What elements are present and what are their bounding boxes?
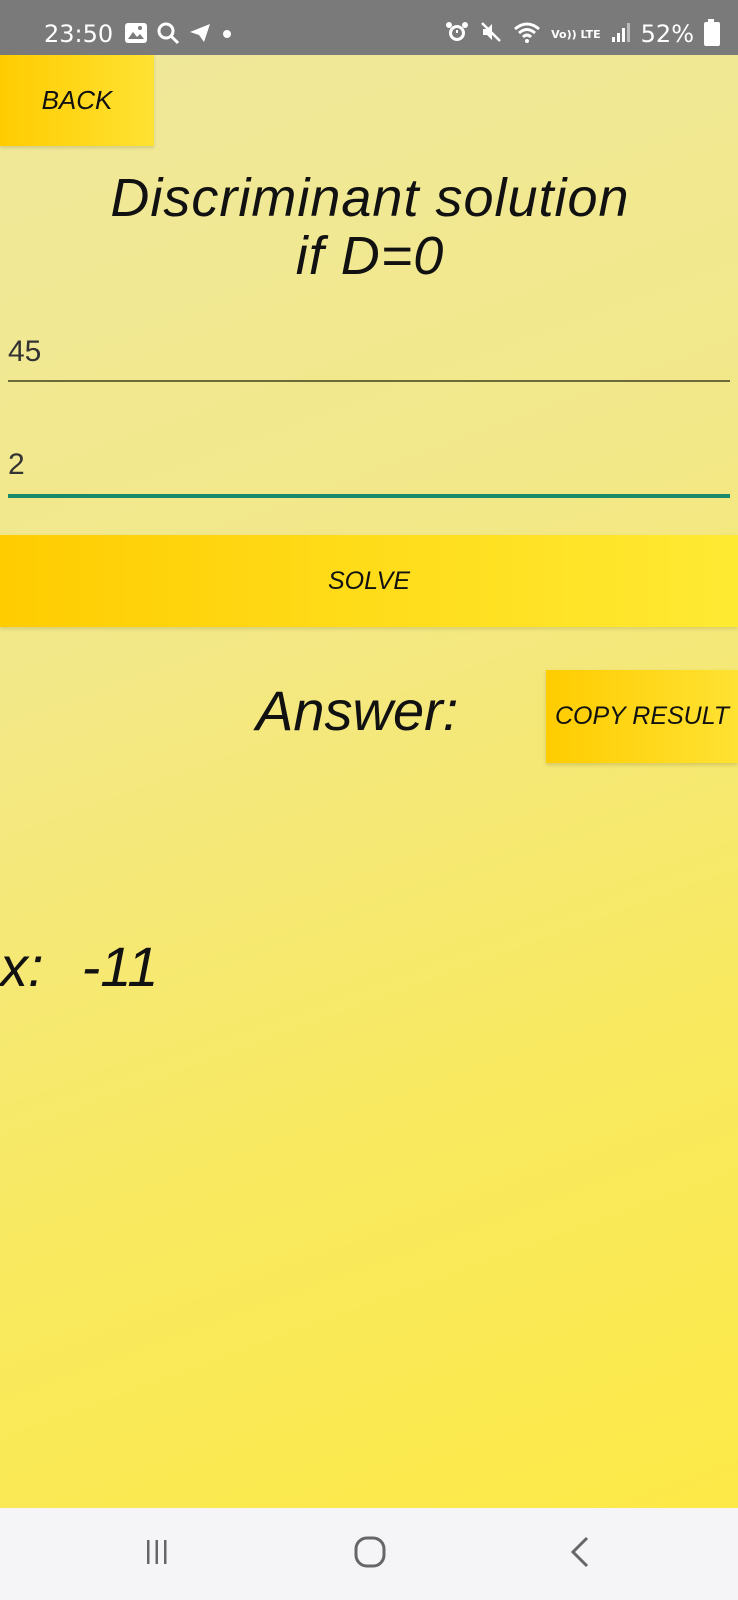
home-button[interactable] — [310, 1508, 430, 1600]
battery-icon — [704, 19, 720, 46]
volte-lte-icon: Vo)) LTE — [551, 27, 601, 41]
dot-icon — [220, 26, 234, 45]
page-title: Discriminant solution if D=0 — [60, 169, 680, 285]
recent-apps-icon — [145, 1538, 169, 1570]
search-icon — [156, 21, 180, 49]
result-variable-label: x: — [0, 935, 44, 998]
title-line-2: if D=0 — [295, 226, 445, 286]
signal-icon — [611, 21, 631, 47]
title-line-1: Discriminant solution — [110, 168, 630, 228]
result-value: -11 — [81, 935, 159, 998]
battery-percent: 52% — [640, 20, 694, 48]
solve-button[interactable]: SOLVE — [0, 535, 738, 627]
coefficient-input-1[interactable] — [8, 327, 730, 377]
input-2-underline-focused — [8, 494, 730, 498]
gallery-icon — [124, 22, 148, 48]
navigation-bar — [0, 1508, 738, 1600]
status-time: 23:50 — [44, 20, 114, 48]
status-right-icons: Vo)) LTE 52% — [445, 18, 720, 50]
recent-apps-button[interactable] — [97, 1508, 217, 1600]
app-screen: BACK Discriminant solution if D=0 SOLVE … — [0, 55, 738, 1508]
telegram-icon — [188, 22, 212, 48]
coefficient-input-2[interactable] — [8, 440, 730, 490]
answer-label: Answer: — [256, 679, 459, 742]
input-1-underline — [8, 380, 730, 382]
nav-back-button[interactable] — [520, 1508, 640, 1600]
status-left-icons — [124, 22, 234, 48]
alarm-icon — [445, 20, 469, 48]
back-chevron-icon — [568, 1535, 592, 1573]
home-icon — [353, 1535, 387, 1573]
status-bar: 23:50 Vo)) LTE 52% — [0, 0, 738, 55]
result-row: x: -11 — [0, 935, 158, 999]
mute-icon — [479, 20, 503, 48]
copy-result-button[interactable]: COPY RESULT — [546, 670, 738, 763]
back-button[interactable]: BACK — [0, 55, 154, 146]
wifi-icon — [513, 20, 541, 48]
